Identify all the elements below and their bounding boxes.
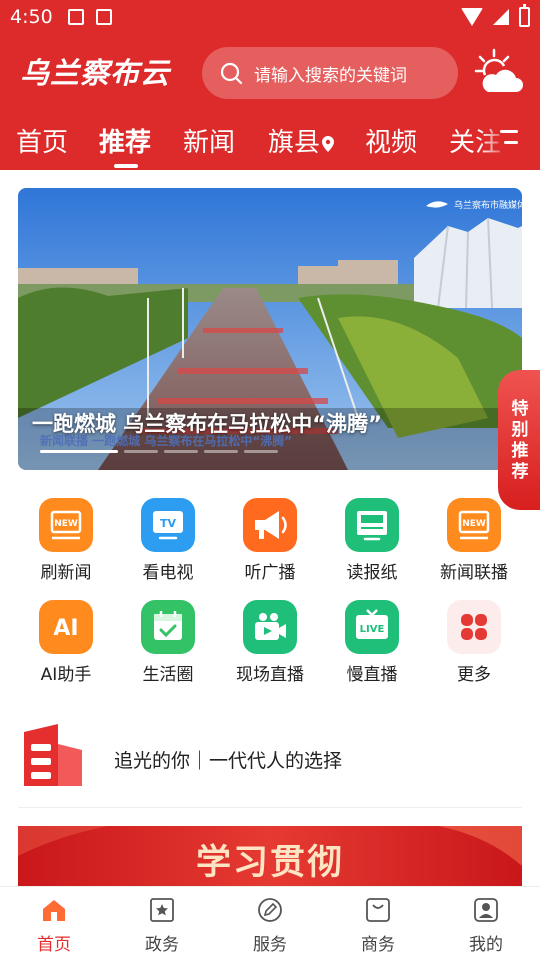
- grid-item-slow-live[interactable]: LIVE 慢直播: [322, 600, 422, 690]
- video-camera-icon: [243, 600, 297, 654]
- banner-watermark: 乌兰察布市融媒体中心: [454, 199, 522, 211]
- search-placeholder: 请输入搜索的关键词: [254, 66, 407, 86]
- notification-icons: [68, 9, 112, 25]
- tab-recommend[interactable]: 推荐: [99, 122, 151, 159]
- user-icon: [474, 898, 498, 922]
- ai-icon: AI: [39, 600, 93, 654]
- nav-label: 首页: [37, 935, 71, 955]
- nav-home[interactable]: 首页: [0, 887, 108, 961]
- pencil-circle-icon: [258, 898, 282, 922]
- svg-text:NEW: NEW: [54, 519, 78, 529]
- new-badge-icon: NEW: [447, 498, 501, 552]
- featured-banner[interactable]: 乌兰察布市融媒体中心 新闻联播 一跑燃城 乌兰察布在马拉松中“沸腾” 一跑燃城 …: [18, 188, 522, 470]
- special-tag-char: 推: [511, 441, 529, 461]
- clover-icon: [447, 600, 501, 654]
- carousel-dot: [244, 450, 278, 453]
- divider: [18, 807, 522, 808]
- grid-item-refresh-news[interactable]: NEW 刷新闻: [16, 498, 116, 588]
- grid-item-more[interactable]: 更多: [424, 600, 524, 690]
- grid-item-radio[interactable]: 听广播: [220, 498, 320, 588]
- app-notification-icon: [96, 9, 112, 25]
- channel-menu-icon[interactable]: [500, 128, 518, 146]
- tab-video[interactable]: 视频: [365, 122, 417, 159]
- tab-home[interactable]: 首页: [16, 122, 68, 159]
- nav-label: 服务: [253, 935, 287, 955]
- carousel-dots: [40, 450, 278, 453]
- nav-label: 政务: [145, 935, 179, 955]
- megaphone-icon: [243, 498, 297, 552]
- status-bar: 4:50: [0, 0, 540, 36]
- newspaper-icon: [345, 498, 399, 552]
- carousel-dot: [204, 450, 238, 453]
- building-logo-icon: [24, 724, 82, 786]
- grid-label: 新闻联播: [440, 563, 508, 583]
- carousel-dot: [164, 450, 198, 453]
- grid-item-news-broadcast[interactable]: NEW 新闻联播: [424, 498, 524, 588]
- svg-text:TV: TV: [160, 517, 177, 530]
- calendar-check-icon: [141, 600, 195, 654]
- special-tag-char: 别: [511, 420, 529, 440]
- svg-text:AI: AI: [53, 616, 78, 641]
- bag-icon: [366, 898, 390, 922]
- study-banner-text: 学习贯彻: [195, 842, 344, 883]
- live-tv-icon: LIVE: [345, 600, 399, 654]
- grid-item-newspaper[interactable]: 读报纸: [322, 498, 422, 588]
- signal-icon: [493, 9, 509, 25]
- nav-business[interactable]: 商务: [324, 887, 432, 961]
- active-tab-indicator: [114, 164, 138, 168]
- partly-cloudy-icon[interactable]: [474, 48, 524, 96]
- location-pin-icon: [322, 135, 335, 152]
- svg-text:LIVE: LIVE: [360, 624, 385, 635]
- tab-counties-label: 旗县: [268, 128, 321, 158]
- promo-text: 追光的你｜一代代人的选择: [114, 750, 343, 772]
- special-tag-char: 特: [511, 399, 529, 419]
- nav-label: 商务: [361, 935, 395, 955]
- wifi-icon: [461, 8, 483, 26]
- nav-government[interactable]: 政务: [108, 887, 216, 961]
- nav-mine[interactable]: 我的: [432, 887, 540, 961]
- bottom-navigation: 首页 政务 服务 商务 我的: [0, 886, 540, 960]
- tab-counties[interactable]: 旗县: [268, 122, 335, 159]
- new-badge-icon: NEW: [39, 498, 93, 552]
- grid-item-watch-tv[interactable]: TV 看电视: [118, 498, 218, 588]
- carousel-dot: [124, 450, 158, 453]
- app-header: 4:50 乌兰察布云 请输入搜索的关键词 首页 推荐 新闻 旗县 视频 关注: [0, 0, 540, 170]
- grid-item-live-scene[interactable]: 现场直播: [220, 600, 320, 690]
- search-icon: [220, 62, 243, 85]
- app-logo: 乌兰察布云: [20, 56, 171, 90]
- nav-label: 我的: [469, 935, 503, 955]
- image-notification-icon: [68, 9, 84, 25]
- special-recommend-tab[interactable]: 特 别 推 荐: [498, 370, 540, 510]
- tab-news[interactable]: 新闻: [183, 122, 235, 159]
- grid-item-life-circle[interactable]: 生活圈: [118, 600, 218, 690]
- nav-services[interactable]: 服务: [216, 887, 324, 961]
- channel-tabs: 首页 推荐 新闻 旗县 视频 关注: [0, 112, 540, 170]
- svg-text:NEW: NEW: [462, 519, 486, 529]
- star-doc-icon: [150, 898, 174, 922]
- system-status-icons: [461, 4, 530, 27]
- status-time: 4:50: [10, 6, 53, 28]
- search-bar[interactable]: 请输入搜索的关键词: [202, 47, 458, 99]
- banner-title: 一跑燃城 乌兰察布在马拉松中“沸腾”: [32, 412, 382, 436]
- grid-item-ai-assistant[interactable]: AI AI助手: [16, 600, 116, 690]
- grid-label: 更多: [457, 665, 491, 685]
- special-tag-char: 荐: [511, 462, 529, 482]
- tv-icon: TV: [141, 498, 195, 552]
- home-icon: [43, 900, 65, 921]
- battery-icon: [519, 4, 530, 27]
- carousel-dot-active: [40, 450, 118, 453]
